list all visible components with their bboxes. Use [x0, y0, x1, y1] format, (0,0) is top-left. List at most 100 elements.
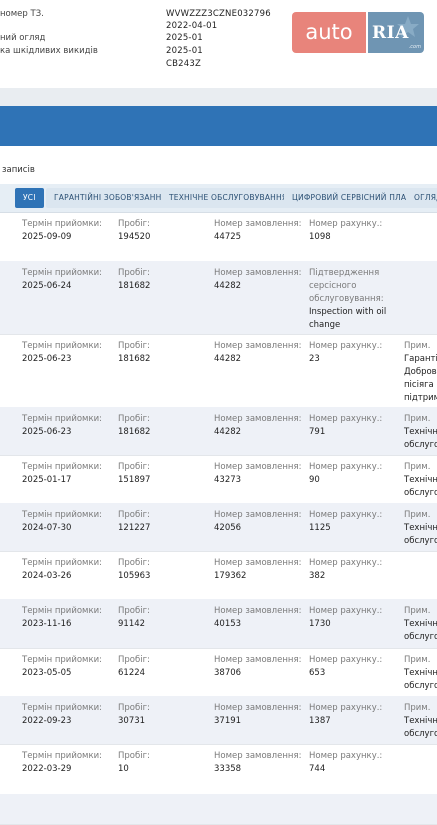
service-record-row[interactable]: Термін прийомки: 2025-06-23 Пробіг: 181682 Н…: [0, 334, 437, 408]
separator: [0, 88, 437, 106]
autoria-logo[interactable]: auto RIA .com: [292, 12, 424, 53]
acceptance-date-label: Термін прийомки:: [22, 558, 102, 568]
invoice-number: Номер рахунку.: 90: [309, 461, 401, 487]
invoice-number-label: Номер рахунку.:: [309, 751, 383, 761]
order-number-value: 44282: [214, 354, 242, 364]
invoice-number: Номер рахунку.: 744: [309, 750, 401, 776]
note: Прим. Технічн обслуго: [404, 702, 437, 741]
service-record-row[interactable]: [0, 794, 437, 825]
order-number-value: 40153: [214, 619, 242, 629]
acceptance-date-label: Термін прийомки:: [22, 655, 102, 665]
order-number-value: 44725: [214, 232, 242, 242]
note: Прим. Технічн обслуго: [404, 654, 437, 693]
invoice-number-label: Номер рахунку.:: [309, 510, 383, 520]
order-number: Номер замовлення: 179362: [214, 557, 304, 583]
acceptance-date: Термін прийомки: 2025-06-24: [22, 267, 102, 293]
acceptance-date: Термін прийомки: 2024-03-26: [22, 557, 102, 583]
mileage-label: Пробіг:: [118, 606, 150, 616]
emissions-value: 2025-01: [166, 46, 203, 56]
note: Прим. Гаранті Добров пісіяга підтрим: [404, 340, 437, 405]
mileage: Пробіг: 30731: [118, 702, 150, 728]
order-number-label: Номер замовлення:: [214, 606, 302, 616]
acceptance-date: Термін прийомки: 2025-01-17: [22, 461, 102, 487]
mileage-label: Пробіг:: [118, 751, 150, 761]
section-header-band: [0, 106, 437, 146]
acceptance-date: Термін прийомки: 2025-09-09: [22, 218, 102, 244]
engine-code-value: CB243Z: [166, 59, 202, 69]
note-value: Технічн обслуго: [404, 668, 437, 691]
acceptance-date-label: Термін прийомки:: [22, 510, 102, 520]
order-number: Номер замовлення: 38706: [214, 654, 304, 680]
invoice-number-value: 744: [309, 764, 326, 774]
invoice-number-label: Номер рахунку.:: [309, 414, 383, 424]
mileage: Пробіг: 105963: [118, 557, 150, 583]
order-number-value: 44282: [214, 427, 242, 437]
mileage: Пробіг: 151897: [118, 461, 150, 487]
tab-inspection[interactable]: ОГЛЯД: [406, 188, 437, 208]
acceptance-date-value: 2025-09-09: [22, 232, 72, 242]
acceptance-date: Термін прийомки: 2022-03-29: [22, 750, 102, 776]
mileage-label: Пробіг:: [118, 219, 150, 229]
order-number-label: Номер замовлення:: [214, 751, 302, 761]
order-number: Номер замовлення: 33358: [214, 750, 304, 776]
acceptance-date: Термін прийомки: 2025-06-23: [22, 413, 102, 439]
service-record-row[interactable]: Термін прийомки: 2025-06-24 Пробіг: 181682 Н…: [0, 261, 437, 335]
mileage-value: 151897: [118, 475, 151, 485]
invoice-number: Номер рахунку.: 23: [309, 340, 401, 366]
invoice-number: Номер рахунку.: 1730: [309, 605, 401, 631]
invoice-number: Номер рахунку.: 382: [309, 557, 401, 583]
service-record-row[interactable]: Термін прийомки: 2023-05-05 Пробіг: 61224 Но…: [0, 648, 437, 697]
service-record-row[interactable]: Термін прийомки: 2022-09-23 Пробіг: 30731 Но…: [0, 696, 437, 745]
mileage: Пробіг: 61224: [118, 654, 150, 680]
tab-warranty[interactable]: ГАРАНТІЙНІ ЗОБОВ'ЯЗАННЯ: [46, 188, 175, 208]
invoice-number: Номер рахунку.: 1387: [309, 702, 401, 728]
tab-digital-service-plan[interactable]: ЦИФРОВИЙ СЕРВІСНИЙ ПЛАН: [284, 188, 421, 208]
vin-value: WVWZZZ3CZNE032796: [166, 9, 271, 19]
acceptance-date-value: 2025-06-23: [22, 427, 72, 437]
invoice-number: Номер рахунку.: 653: [309, 654, 401, 680]
order-number-value: 43273: [214, 475, 242, 485]
invoice-number-label: Номер рахунку.:: [309, 606, 383, 616]
note-label: Прим.: [404, 341, 431, 351]
service-record-row[interactable]: Термін прийомки: 2025-01-17 Пробіг: 151897 Н…: [0, 455, 437, 504]
service-record-row[interactable]: Термін прийомки: 2025-09-09 Пробіг: 194520 Н…: [0, 212, 437, 262]
acceptance-date-label: Термін прийомки:: [22, 606, 102, 616]
service-record-row[interactable]: Термін прийомки: 2024-03-26 Пробіг: 105963 Н…: [0, 551, 437, 600]
mileage: Пробіг: 181682: [118, 267, 150, 293]
invoice-number-label: Номер рахунку.:: [309, 655, 383, 665]
order-number-value: 42056: [214, 523, 242, 533]
service-record-row[interactable]: Термін прийомки: 2024-07-30 Пробіг: 121227 Н…: [0, 503, 437, 552]
acceptance-date-value: 2022-03-29: [22, 764, 72, 774]
invoice-number: Номер рахунку.: 1098: [309, 218, 401, 244]
invoice-number-value: 1098: [309, 232, 331, 242]
order-number: Номер замовлення: 44725: [214, 218, 304, 244]
order-number-label: Номер замовлення:: [214, 414, 302, 424]
acceptance-date-value: 2025-06-23: [22, 354, 72, 364]
acceptance-date-value: 2024-03-26: [22, 571, 72, 581]
order-number-label: Номер замовлення:: [214, 462, 302, 472]
mileage: Пробіг: 181682: [118, 413, 150, 439]
logo-suffix: .com: [408, 44, 421, 50]
note-label: Прим.: [404, 414, 431, 424]
mileage-label: Пробіг:: [118, 341, 150, 351]
service-record-row[interactable]: Термін прийомки: 2022-03-29 Пробіг: 10 Номер…: [0, 744, 437, 795]
note-value: Технічн обслуго: [404, 716, 437, 739]
mileage-value: 194520: [118, 232, 151, 242]
note: Прим. Технічн обслуго: [404, 461, 437, 500]
order-number-label: Номер замовлення:: [214, 510, 302, 520]
acceptance-date-label: Термін прийомки:: [22, 341, 102, 351]
tab-all[interactable]: УСІ: [15, 188, 44, 208]
acceptance-date-label: Термін прийомки:: [22, 462, 102, 472]
mileage: Пробіг: 10: [118, 750, 150, 776]
vehicle-info-header: номер ТЗ. ний огляд ка шкідливих викидів…: [0, 0, 437, 88]
note-label: Прим.: [404, 462, 431, 472]
service-record-row[interactable]: Термін прийомки: 2025-06-23 Пробіг: 181682 Н…: [0, 407, 437, 456]
invoice-number-value: 1730: [309, 619, 331, 629]
order-number-value: 33358: [214, 764, 242, 774]
order-number-value: 179362: [214, 571, 247, 581]
first-registration-value: 2022-04-01: [166, 21, 218, 31]
invoice-number-label: Номер рахунку.:: [309, 219, 383, 229]
service-record-row[interactable]: Термін прийомки: 2023-11-16 Пробіг: 91142 Но…: [0, 599, 437, 649]
mileage-label: Пробіг:: [118, 414, 150, 424]
tab-maintenance[interactable]: ТЕХНІЧНЕ ОБСЛУГОВУВАННЯ: [161, 188, 296, 208]
